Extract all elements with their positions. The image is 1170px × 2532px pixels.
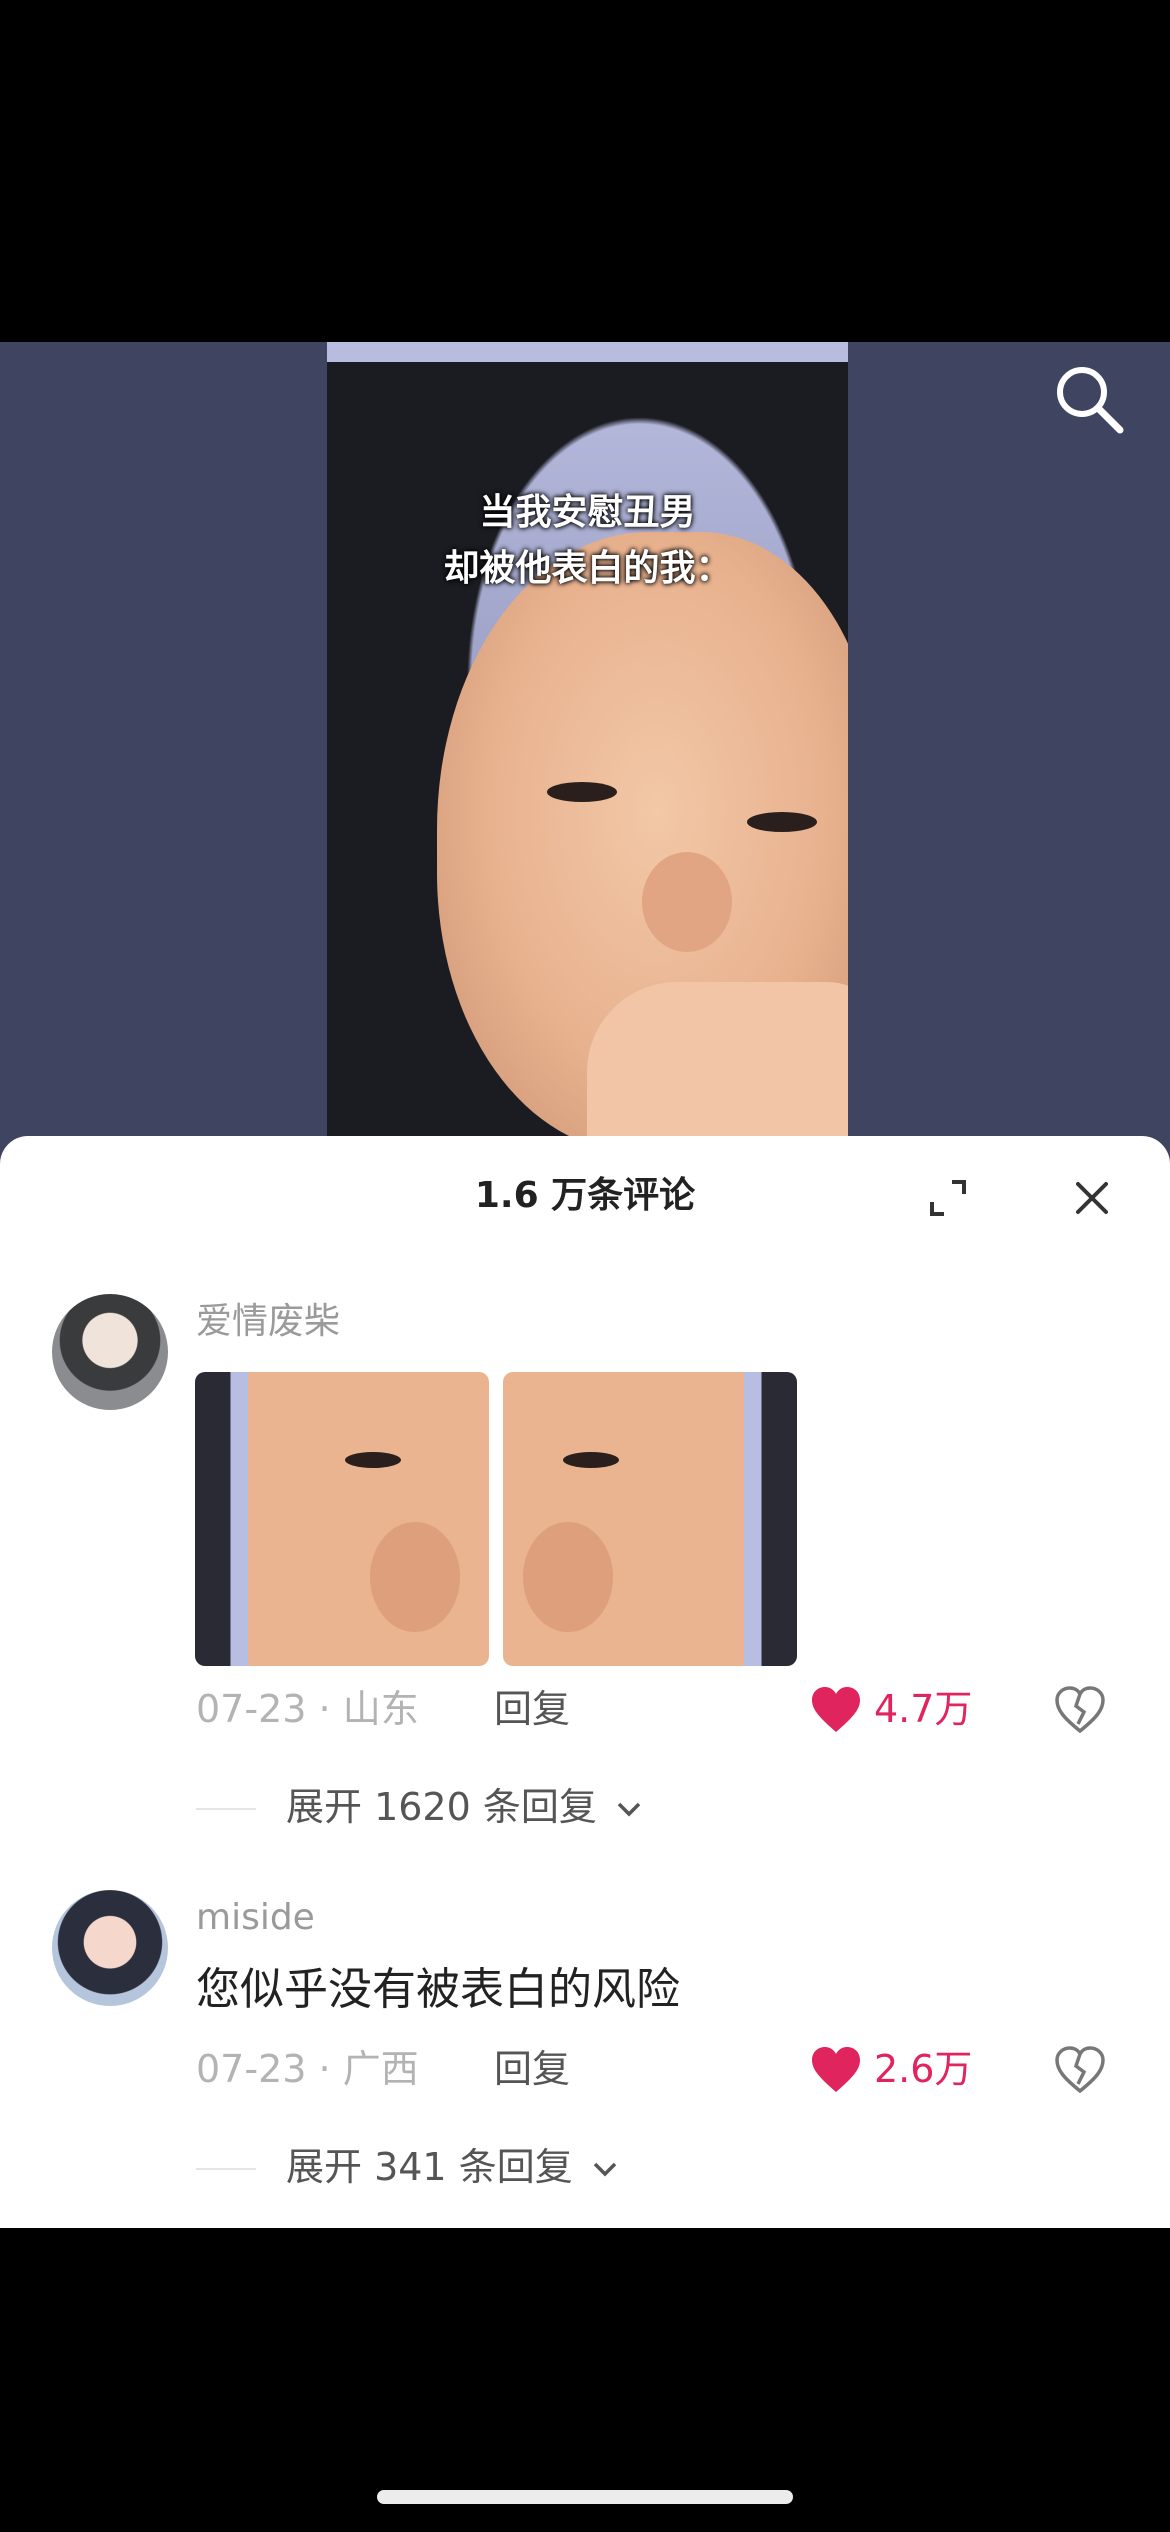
comment-username[interactable]: 爱情废柴: [196, 1298, 340, 1346]
caption-line-1: 当我安慰丑男: [479, 492, 696, 533]
comment-username[interactable]: miside: [196, 1894, 315, 1942]
comment-meta: 07-23 · 山东: [196, 1687, 419, 1731]
home-indicator[interactable]: [377, 2490, 793, 2504]
comment-image-thumbnail[interactable]: [503, 1372, 797, 1666]
comment-meta: 07-23 · 广西: [196, 2047, 419, 2091]
video-caption: 当我安慰丑男 却被他表白的我：: [327, 485, 848, 597]
heart-icon[interactable]: [810, 2046, 862, 2094]
video-player[interactable]: 当我安慰丑男 却被他表白的我：: [0, 342, 1170, 1162]
search-icon[interactable]: [1050, 360, 1126, 436]
reply-divider: [196, 1808, 256, 1810]
heart-icon[interactable]: [810, 1686, 862, 1734]
comment-date: 07-23: [196, 2047, 307, 2091]
comment-date: 07-23: [196, 1687, 307, 1731]
avatar[interactable]: [52, 1890, 168, 2006]
expand-icon[interactable]: [924, 1174, 972, 1222]
chevron-down-icon: [593, 2162, 617, 2177]
chevron-down-icon: [617, 1802, 641, 1817]
broken-heart-icon[interactable]: [1054, 1686, 1106, 1734]
video-eye-left: [547, 782, 617, 802]
video-hand: [587, 982, 848, 1162]
comment-location: 山东: [342, 1687, 419, 1731]
like-count: 2.6万: [874, 2047, 973, 2091]
comment-text: 您似乎没有被表白的风险: [196, 1964, 680, 2015]
comment-image-thumbnail[interactable]: [195, 1372, 489, 1666]
expand-replies-label: 展开 341 条回复: [286, 2145, 573, 2189]
avatar[interactable]: [52, 1294, 168, 1410]
close-icon[interactable]: [1068, 1174, 1116, 1222]
caption-line-2: 却被他表白的我：: [443, 548, 732, 589]
video-frame: [327, 342, 848, 1162]
video-nose: [642, 852, 732, 952]
video-eye-right: [747, 812, 817, 832]
comments-sheet: 1.6 万条评论 爱情废柴 07-23 · 山东 回复 4.7万 展开 1620…: [0, 1136, 1170, 2228]
reply-button[interactable]: 回复: [494, 1684, 570, 1734]
reply-button[interactable]: 回复: [494, 2044, 570, 2094]
expand-replies-button[interactable]: 展开 341 条回复: [286, 2142, 573, 2192]
expand-replies-label: 展开 1620 条回复: [286, 1785, 597, 1829]
reply-divider: [196, 2168, 256, 2170]
comments-count-title: 1.6 万条评论: [474, 1175, 696, 1216]
comment-location: 广西: [342, 2047, 419, 2091]
expand-replies-button[interactable]: 展开 1620 条回复: [286, 1782, 597, 1832]
broken-heart-icon[interactable]: [1054, 2046, 1106, 2094]
like-count: 4.7万: [874, 1687, 973, 1731]
